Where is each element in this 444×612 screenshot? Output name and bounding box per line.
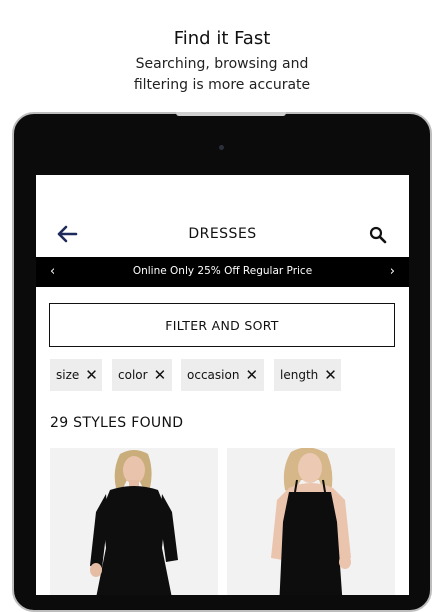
chip-label: length <box>280 368 319 382</box>
chip-label: occasion <box>187 368 240 382</box>
filter-and-sort-button[interactable]: FILTER AND SORT <box>49 303 395 347</box>
chevron-right-icon[interactable]: › <box>390 264 395 279</box>
app-bar: DRESSES <box>36 215 409 255</box>
camera-icon <box>219 145 224 150</box>
headline: Find it Fast <box>173 28 271 49</box>
chip-label: size <box>56 368 80 382</box>
subheadline-line-2: filtering is more accurate <box>133 77 311 93</box>
filter-chip-color[interactable]: color ✕ <box>112 359 172 391</box>
promo-text: Online Only 25% Off Regular Price <box>132 265 313 277</box>
filter-chip-size[interactable]: size ✕ <box>50 359 102 391</box>
product-card[interactable] <box>227 448 395 595</box>
promo-banner: ‹ Online Only 25% Off Regular Price › <box>36 257 409 287</box>
filter-chip-length[interactable]: length ✕ <box>274 359 341 391</box>
search-icon[interactable] <box>369 226 387 244</box>
results-count: 29 STYLES FOUND <box>50 415 184 431</box>
filter-chip-occasion[interactable]: occasion ✕ <box>181 359 264 391</box>
app-screen: DRESSES ‹ Online Only 25% Off Regular Pr… <box>36 175 409 595</box>
close-icon[interactable]: ✕ <box>154 367 167 383</box>
page-title: DRESSES <box>188 226 257 242</box>
product-card[interactable] <box>50 448 218 595</box>
product-image <box>227 448 395 595</box>
filter-and-sort-label: FILTER AND SORT <box>165 317 279 333</box>
subheadline-line-1: Searching, browsing and <box>135 56 309 72</box>
chip-label: color <box>118 368 148 382</box>
close-icon[interactable]: ✕ <box>324 367 337 383</box>
product-image <box>50 448 218 595</box>
device-top-edge <box>176 112 286 116</box>
close-icon[interactable]: ✕ <box>85 367 98 383</box>
close-icon[interactable]: ✕ <box>245 367 258 383</box>
